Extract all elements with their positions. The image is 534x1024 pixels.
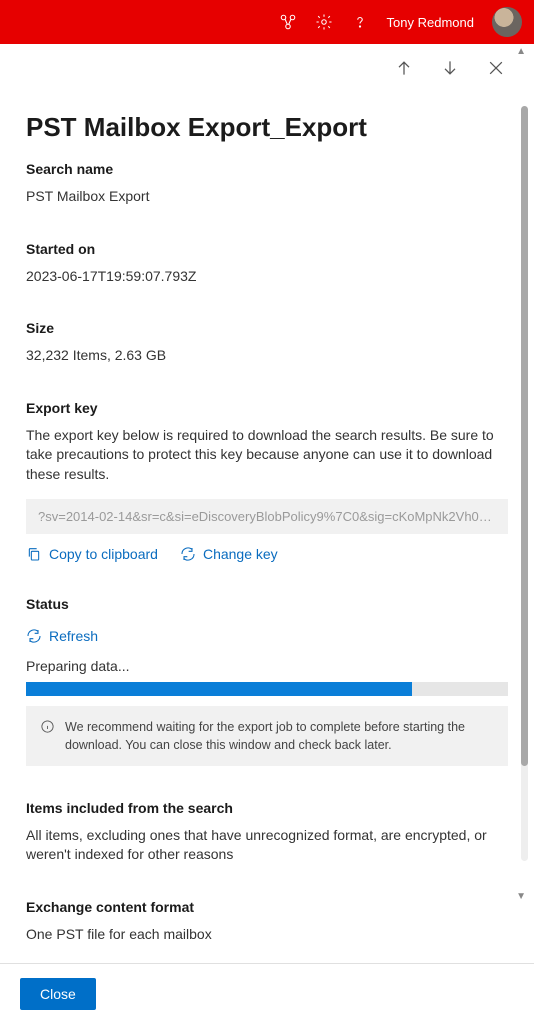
info-icon <box>40 719 55 734</box>
gear-icon[interactable] <box>315 13 333 31</box>
progress-bar-fill <box>26 682 412 696</box>
copy-to-clipboard-button[interactable]: Copy to clipboard <box>26 546 158 562</box>
change-key-button[interactable]: Change key <box>180 546 278 562</box>
change-key-label: Change key <box>203 546 278 562</box>
search-name-section: Search name PST Mailbox Export <box>26 161 508 207</box>
exchange-format-label: Exchange content format <box>26 899 508 915</box>
page-title: PST Mailbox Export_Export <box>26 112 508 143</box>
items-included-label: Items included from the search <box>26 800 508 816</box>
search-name-value: PST Mailbox Export <box>26 187 508 207</box>
arrow-up-icon[interactable] <box>394 58 414 78</box>
export-key-label: Export key <box>26 400 508 416</box>
flow-icon[interactable] <box>279 13 297 31</box>
copy-label: Copy to clipboard <box>49 546 158 562</box>
help-icon[interactable] <box>351 13 369 31</box>
status-label: Status <box>26 596 508 612</box>
items-included-value: All items, excluding ones that have unre… <box>26 826 508 865</box>
status-section: Status Refresh Preparing data... We reco… <box>26 596 508 766</box>
panel-footer: Close <box>0 963 534 1024</box>
arrow-down-icon[interactable] <box>440 58 460 78</box>
refresh-label: Refresh <box>49 628 98 644</box>
export-key-section: Export key The export key below is requi… <box>26 400 508 562</box>
user-name[interactable]: Tony Redmond <box>387 15 474 30</box>
exchange-format-section: Exchange content format One PST file for… <box>26 899 508 945</box>
export-key-desc: The export key below is required to down… <box>26 426 508 485</box>
close-icon[interactable] <box>486 58 506 78</box>
refresh-button[interactable]: Refresh <box>26 628 508 644</box>
size-value: 32,232 Items, 2.63 GB <box>26 346 508 366</box>
status-info-text: We recommend waiting for the export job … <box>65 718 494 754</box>
status-text: Preparing data... <box>26 658 508 674</box>
started-on-value: 2023-06-17T19:59:07.793Z <box>26 267 508 287</box>
status-info-box: We recommend waiting for the export job … <box>26 706 508 766</box>
close-button[interactable]: Close <box>20 978 96 1010</box>
refresh-icon <box>26 628 42 644</box>
refresh-icon <box>180 546 196 562</box>
exchange-format-value: One PST file for each mailbox <box>26 925 508 945</box>
progress-bar <box>26 682 508 696</box>
size-section: Size 32,232 Items, 2.63 GB <box>26 320 508 366</box>
topbar: Tony Redmond <box>0 0 534 44</box>
started-on-label: Started on <box>26 241 508 257</box>
search-name-label: Search name <box>26 161 508 177</box>
size-label: Size <box>26 320 508 336</box>
export-key-value[interactable]: ?sv=2014-02-14&sr=c&si=eDiscoveryBlobPol… <box>26 499 508 534</box>
details-panel: PST Mailbox Export_Export Search name PS… <box>0 44 534 1024</box>
copy-icon <box>26 546 42 562</box>
avatar[interactable] <box>492 7 522 37</box>
items-included-section: Items included from the search All items… <box>26 800 508 865</box>
started-on-section: Started on 2023-06-17T19:59:07.793Z <box>26 241 508 287</box>
